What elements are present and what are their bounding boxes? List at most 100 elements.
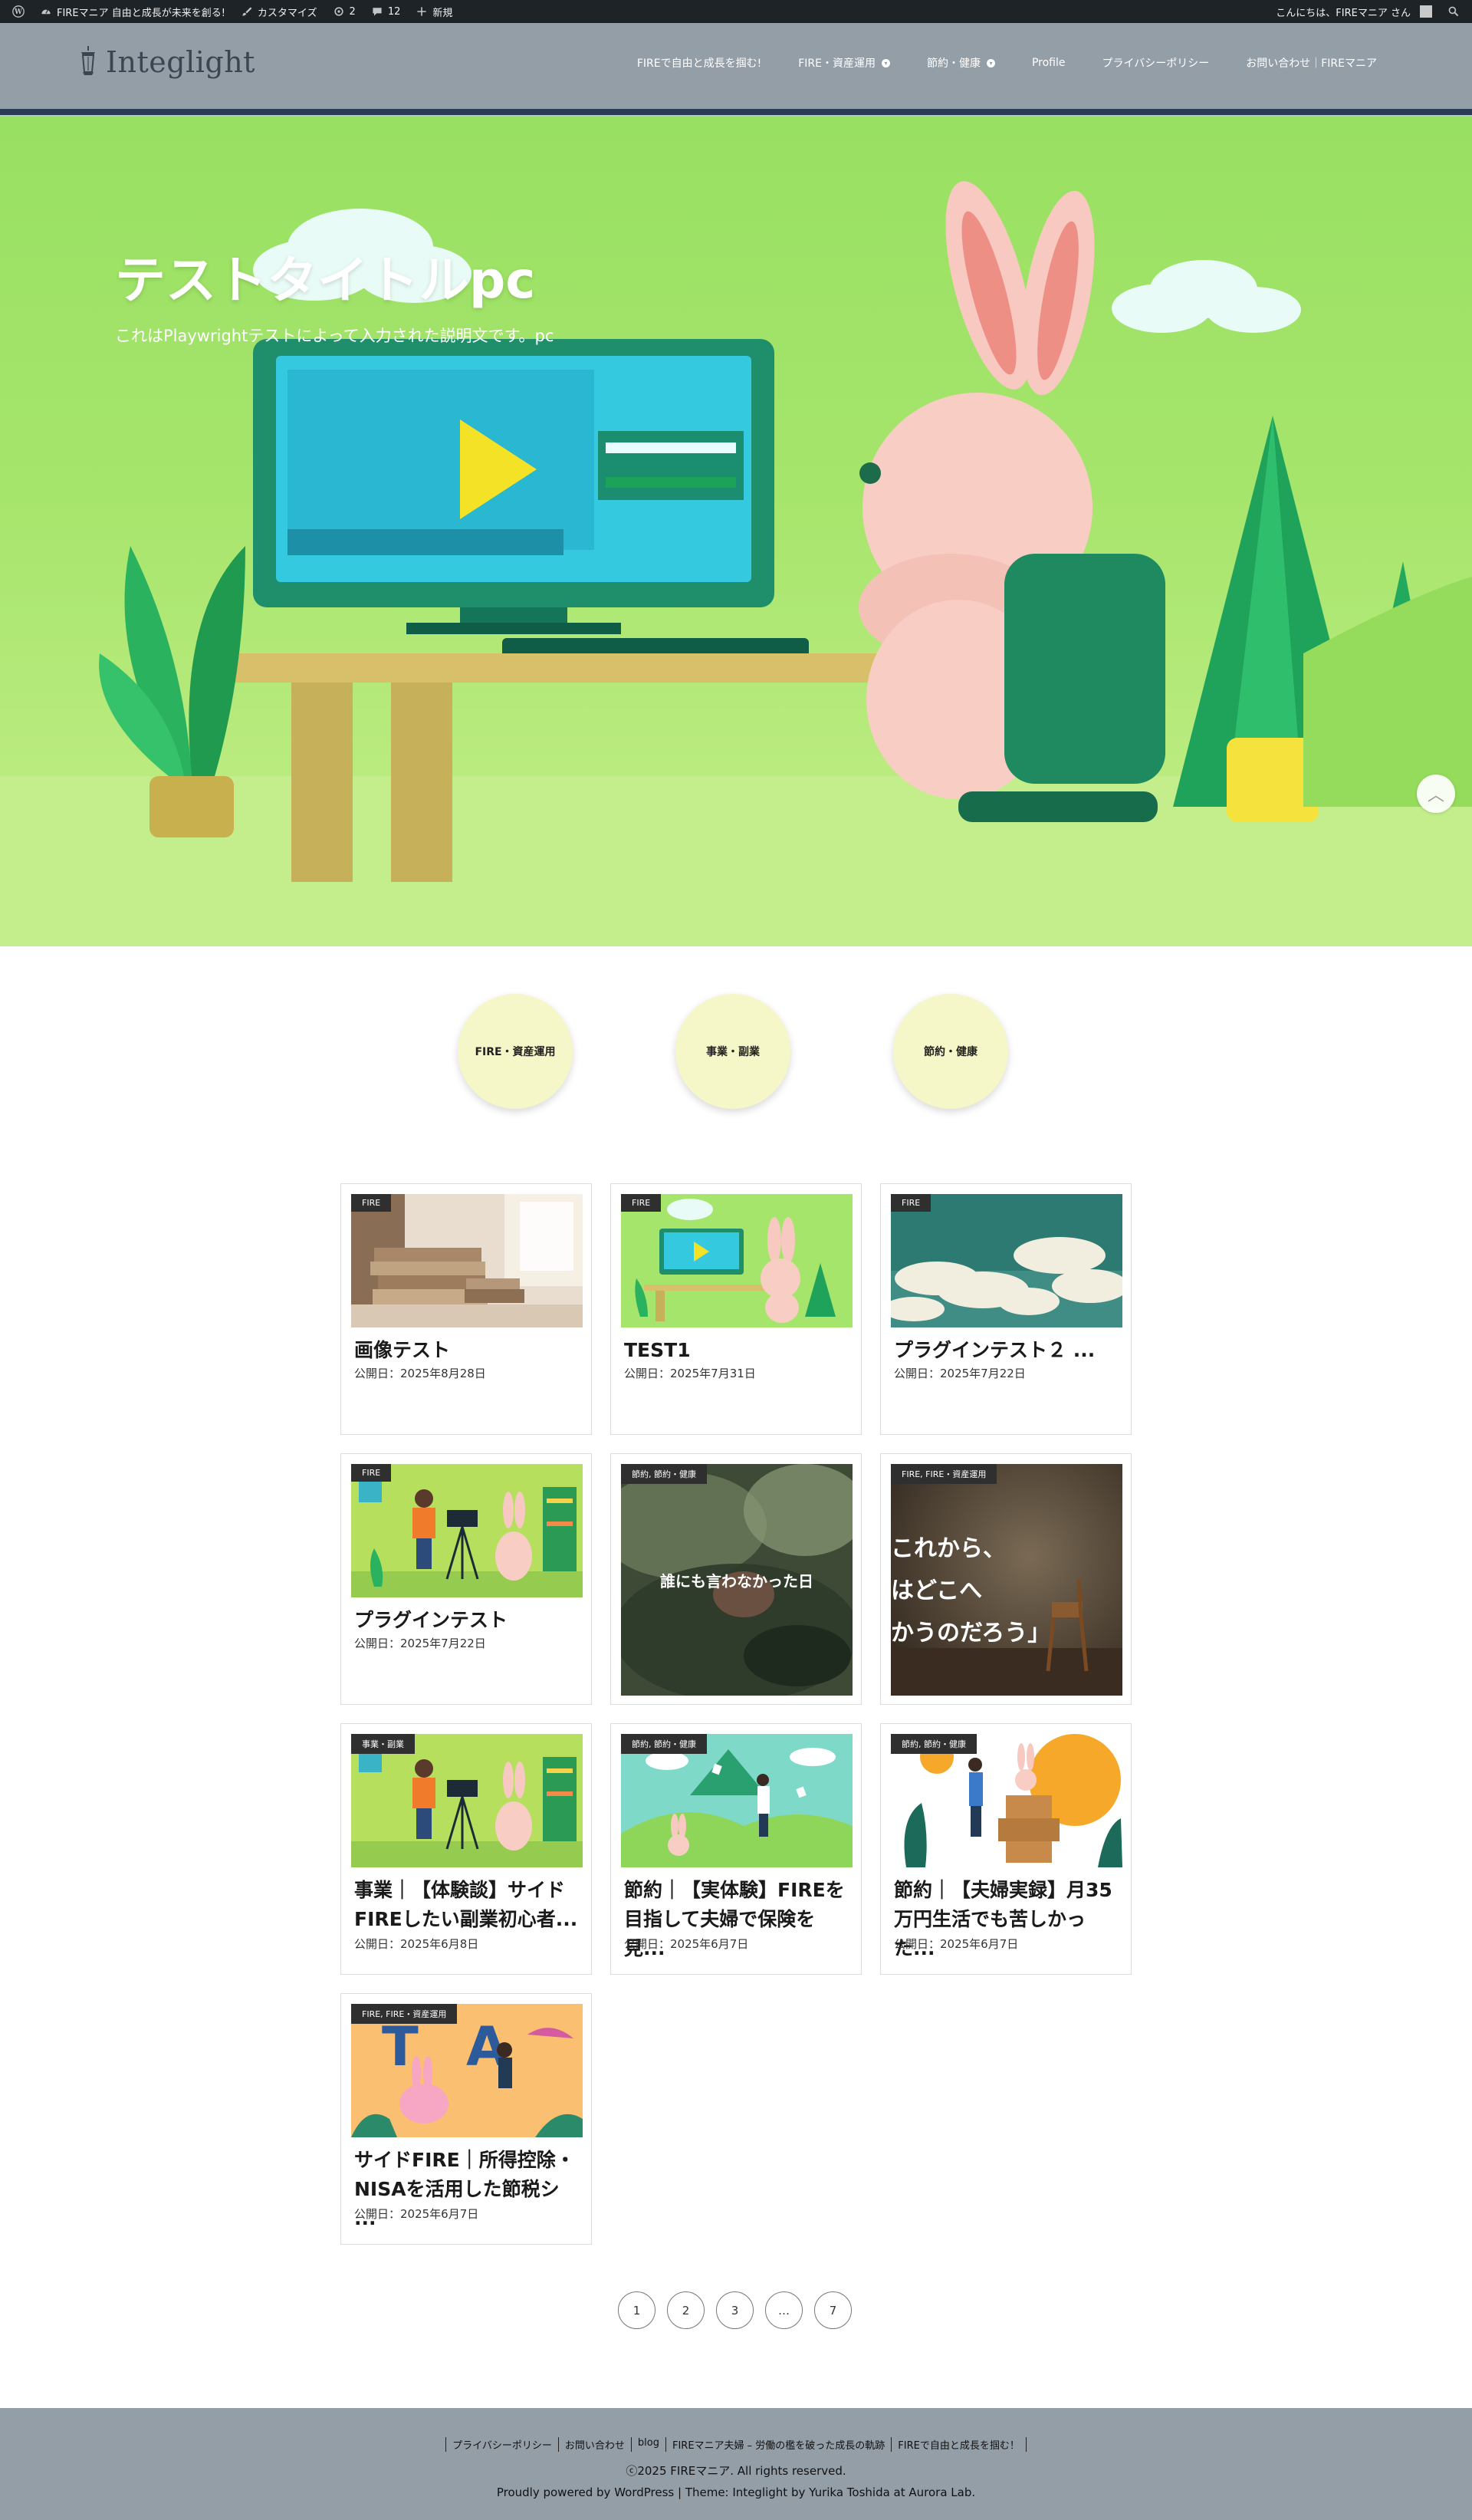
post-date: 公開日：2025年6月8日	[354, 1937, 479, 1951]
category-badge[interactable]: 節約, 節約・健康	[621, 1464, 707, 1484]
updates-count: 2	[349, 5, 356, 18]
nav-label: FIRE・資産運用	[798, 58, 876, 70]
comments-count: 12	[387, 5, 401, 18]
post-thumbnail[interactable]: T A	[351, 2004, 583, 2137]
post-date: 公開日：2025年6月7日	[354, 2207, 479, 2221]
post-card[interactable]: FIRE プラグインテスト 公開日：2025年7月22日	[340, 1453, 592, 1705]
post-card[interactable]: FIRE TEST1 公開日：2025年7月31日	[610, 1183, 862, 1435]
category-fire-assets[interactable]: FIRE・資産運用	[458, 994, 573, 1109]
post-card[interactable]: 節約, 節約・健康 節約｜【実体験】FIREを目指して夫婦で保険を見... 公開…	[610, 1723, 862, 1975]
post-thumbnail[interactable]	[891, 1194, 1122, 1327]
nav-label: プライバシーポリシー	[1102, 58, 1210, 70]
admin-site-link[interactable]: FIREマニア 自由と成長が未来を創る!	[32, 0, 233, 23]
my-account-link[interactable]: こんにちは、FIREマニア さん	[1268, 0, 1440, 23]
category-saving-health[interactable]: 節約・健康	[893, 994, 1008, 1109]
hero-description: これはPlaywrightテストによって入力された説明文です。pc	[115, 327, 554, 345]
post-card[interactable]: FIRE 画像テスト 公開日：2025年8月28日	[340, 1183, 592, 1435]
post-thumbnail[interactable]	[891, 1734, 1122, 1867]
logo-text: Integlight	[106, 45, 255, 79]
post-thumbnail[interactable]	[351, 1464, 583, 1597]
category-label: 節約・健康	[924, 1046, 978, 1058]
site-header: Integlight FIREで自由と成長を掴む! FIRE・資産運用 ▾ 節約・…	[0, 23, 1472, 109]
post-card[interactable]: 誰にも言わなかった日 節約, 節約・健康	[610, 1453, 862, 1705]
post-thumbnail[interactable]	[621, 1734, 853, 1867]
new-label: 新規	[432, 7, 453, 19]
post-title[interactable]: プラグインテスト２ ...	[894, 1336, 1121, 1365]
site-logo[interactable]: Integlight	[77, 44, 255, 80]
footer-menu: プライバシーポリシー お問い合わせ blog FIREマニア夫婦 – 労働の檻を…	[0, 2437, 1472, 2452]
powered-by-text: Proudly powered by WordPress | Theme: In…	[496, 2485, 976, 2499]
category-badge[interactable]: 節約, 節約・健康	[891, 1734, 977, 1754]
footer-link-fire[interactable]: FIREで自由と成長を掴む！	[891, 2437, 1027, 2452]
footer-link-about[interactable]: FIREマニア夫婦 – 労働の檻を破った成長の軌跡	[665, 2437, 891, 2452]
chevron-down-icon[interactable]: ▾	[881, 58, 890, 67]
nav-item-fire-assets[interactable]: FIRE・資産運用 ▾	[780, 49, 909, 77]
post-thumbnail[interactable]: これから、 はどこへ かうのだろう」	[891, 1464, 1122, 1696]
post-title[interactable]: プラグインテスト	[354, 1606, 581, 1635]
updates-link[interactable]: 2	[325, 0, 363, 23]
post-card[interactable]: これから、 はどこへ かうのだろう」 FIRE, FIRE・資産運用	[880, 1453, 1132, 1705]
post-card[interactable]: T A FIRE, FIRE・資産運用 サイドFIRE｜所得控除・NISAを活用…	[340, 1993, 592, 2245]
nav-item-saving-health[interactable]: 節約・健康 ▾	[909, 49, 1014, 77]
site-footer: プライバシーポリシー お問い合わせ blog FIREマニア夫婦 – 労働の檻を…	[0, 2408, 1472, 2520]
lantern-icon	[81, 46, 95, 75]
category-badge[interactable]: FIRE	[621, 1194, 662, 1212]
post-date: 公開日：2025年6月7日	[894, 1937, 1019, 1951]
page-ellipsis: …	[765, 2291, 803, 2329]
admin-bar: W FIREマニア 自由と成長が未来を創る! カスタマイズ 2 12 新規 こん…	[0, 0, 1472, 23]
page-3-button[interactable]: 3	[716, 2291, 754, 2329]
nav-item-contact[interactable]: お問い合わせ｜FIREマニア	[1227, 49, 1395, 77]
category-badge[interactable]: FIRE	[351, 1194, 392, 1212]
greeting-text: こんにちは、FIREマニア さん	[1276, 7, 1411, 19]
post-date: 公開日：2025年7月22日	[894, 1367, 1026, 1380]
avatar	[1420, 5, 1432, 18]
back-to-top-button[interactable]: ︿	[1417, 775, 1455, 813]
nav-item-privacy[interactable]: プライバシーポリシー	[1084, 49, 1228, 77]
wordpress-logo-icon[interactable]: W	[5, 0, 32, 23]
svg-text:かうのだろう」: かうのだろう」	[891, 1620, 1050, 1647]
category-badge[interactable]: 節約, 節約・健康	[621, 1734, 707, 1754]
chevron-up-icon: ︿	[1427, 786, 1444, 805]
post-thumbnail[interactable]	[621, 1194, 853, 1327]
comments-link[interactable]: 12	[363, 0, 409, 23]
post-title[interactable]: TEST1	[624, 1336, 851, 1365]
category-badge[interactable]: FIRE, FIRE・資産運用	[351, 2004, 458, 2024]
customize-link[interactable]: カスタマイズ	[233, 0, 325, 23]
post-title[interactable]: 事業｜【体験談】サイドFIREしたい副業初心者...	[354, 1876, 581, 1934]
post-card[interactable]: 節約, 節約・健康 節約｜【夫婦実録】月35万円生活でも苦しかった... 公開日…	[880, 1723, 1132, 1975]
nav-label: 節約・健康	[926, 58, 981, 70]
post-thumbnail[interactable]	[351, 1734, 583, 1867]
admin-search[interactable]	[1440, 0, 1467, 23]
dashboard-icon	[41, 9, 51, 15]
updates-icon	[334, 7, 343, 16]
page-1-button[interactable]: 1	[618, 2291, 656, 2329]
footer-link-contact[interactable]: お問い合わせ	[557, 2437, 631, 2452]
footer-link-blog[interactable]: blog	[630, 2437, 665, 2452]
nav-item-fire-freedom[interactable]: FIREで自由と成長を掴む!	[619, 49, 780, 77]
nav-item-profile[interactable]: Profile	[1014, 51, 1084, 75]
hero-slider: テストタイトルpc これはPlaywrightテストによって入力された説明文です…	[0, 117, 1472, 946]
brush-icon	[242, 7, 252, 16]
search-icon	[1448, 6, 1459, 17]
footer-link-privacy[interactable]: プライバシーポリシー	[445, 2437, 558, 2452]
new-content-link[interactable]: 新規	[408, 0, 460, 23]
post-title[interactable]: 画像テスト	[354, 1336, 581, 1365]
category-business[interactable]: 事業・副業	[675, 994, 790, 1109]
post-card[interactable]: 事業・副業 事業｜【体験談】サイドFIREしたい副業初心者... 公開日：202…	[340, 1723, 592, 1975]
category-label: FIRE・資産運用	[475, 1046, 556, 1058]
post-thumbnail[interactable]	[351, 1194, 583, 1327]
category-badge[interactable]: FIRE	[891, 1194, 932, 1212]
page-2-button[interactable]: 2	[667, 2291, 705, 2329]
page-7-button[interactable]: 7	[814, 2291, 852, 2329]
category-badge[interactable]: 事業・副業	[351, 1734, 415, 1754]
header-accent-bar	[0, 109, 1472, 115]
category-badge[interactable]: FIRE, FIRE・資産運用	[891, 1464, 997, 1484]
post-thumbnail[interactable]: 誰にも言わなかった日	[621, 1464, 853, 1696]
post-card[interactable]: FIRE プラグインテスト２ ... 公開日：2025年7月22日	[880, 1183, 1132, 1435]
svg-text:これから、: これから、	[891, 1535, 1006, 1562]
svg-text:W: W	[14, 8, 22, 16]
post-date: 公開日：2025年6月7日	[624, 1937, 749, 1951]
pagination: 1 2 3 … 7	[618, 2291, 852, 2329]
chevron-down-icon[interactable]: ▾	[986, 58, 995, 67]
category-badge[interactable]: FIRE	[351, 1464, 392, 1482]
